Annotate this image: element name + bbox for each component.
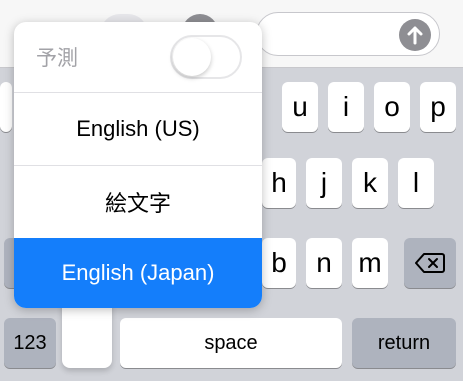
language-option-emoji[interactable]: 絵文字 <box>14 166 262 238</box>
key-m[interactable]: m <box>352 238 388 288</box>
send-button[interactable] <box>399 19 431 51</box>
delete-backspace-icon <box>415 253 445 273</box>
prediction-label: 予測 <box>36 47 78 70</box>
toggle-knob <box>173 38 211 76</box>
delete-key[interactable] <box>404 238 456 288</box>
prediction-toggle[interactable] <box>170 35 242 79</box>
key-j[interactable]: j <box>306 158 342 208</box>
language-option-label: English (Japan) <box>61 260 215 285</box>
key-h[interactable]: h <box>262 158 296 208</box>
language-option-english-us[interactable]: English (US) <box>14 93 262 165</box>
key-hidden-left[interactable] <box>0 82 12 132</box>
language-option-label: 絵文字 <box>104 191 171 216</box>
key-i[interactable]: i <box>328 82 364 132</box>
key-l[interactable]: l <box>398 158 434 208</box>
language-option-label: English (US) <box>76 116 200 141</box>
key-u[interactable]: u <box>282 82 318 132</box>
return-key[interactable]: return <box>352 318 456 368</box>
key-b[interactable]: b <box>262 238 296 288</box>
key-o[interactable]: o <box>374 82 410 132</box>
arrow-up-icon <box>407 26 423 45</box>
message-input[interactable] <box>256 12 440 56</box>
language-option-english-japan[interactable]: English (Japan) <box>14 238 262 308</box>
language-menu: 予測 English (US) 絵文字 English (Japan) <box>14 22 262 308</box>
key-k[interactable]: k <box>352 158 388 208</box>
numbers-key[interactable]: 123 <box>4 318 56 368</box>
key-p[interactable]: p <box>420 82 456 132</box>
space-key[interactable]: space <box>120 318 342 368</box>
globe-key-pressed[interactable] <box>62 300 112 368</box>
key-n[interactable]: n <box>306 238 342 288</box>
prediction-row: 予測 <box>14 22 262 92</box>
